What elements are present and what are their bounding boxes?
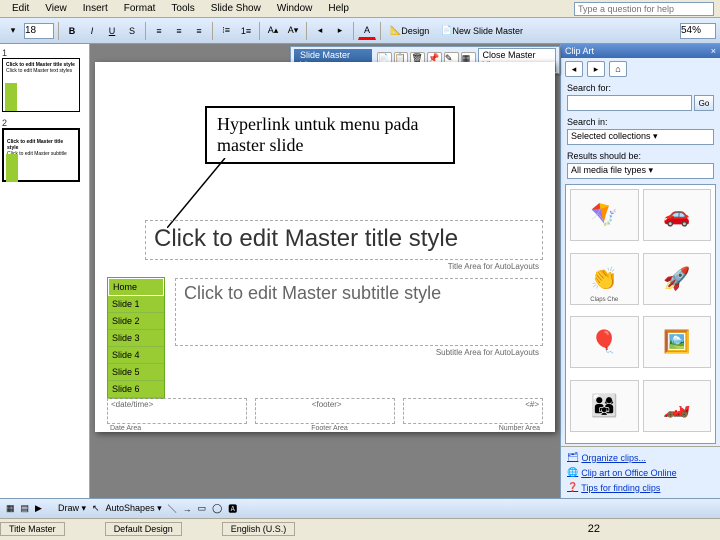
align-right-button[interactable]: ≡ xyxy=(190,22,208,40)
search-for-label: Search for: xyxy=(567,83,714,93)
thumbnail-1[interactable]: 1 Click to edit Master title styleClick … xyxy=(2,48,87,112)
menu-item-slide1[interactable]: Slide 1 xyxy=(108,296,164,313)
clipart-go-button[interactable]: Go xyxy=(694,95,714,111)
organize-clips-link[interactable]: 🗂Organize clips... xyxy=(567,450,714,465)
arrow-tool-icon[interactable]: → xyxy=(183,504,192,514)
drawing-toolbar: ▦ ▤ ▶ Draw ▾ ↖ AutoShapes ▾ ＼ → ▭ ◯ 🅰 xyxy=(0,498,720,518)
clip-art-pane: Clip Art × ◂ ▸ ⌂ Search for: Go Search i… xyxy=(560,44,720,498)
clip-result[interactable]: 🖼️ xyxy=(643,316,712,368)
help-search-input[interactable] xyxy=(574,2,714,16)
font-size-input[interactable] xyxy=(24,23,54,39)
pane-back-icon[interactable]: ◂ xyxy=(565,61,583,77)
status-design: Default Design xyxy=(105,522,182,536)
menu-window[interactable]: Window xyxy=(269,1,321,16)
menu-format[interactable]: Format xyxy=(116,1,164,16)
menu-edit[interactable]: Edit xyxy=(4,1,37,16)
search-in-dropdown[interactable]: Selected collections ▾ xyxy=(567,129,714,145)
footer-placeholders: <date/time>Date Area <footer>Footer Area… xyxy=(107,398,543,424)
shadow-button[interactable]: S xyxy=(123,22,141,40)
clip-result[interactable]: 👏Claps Che xyxy=(570,253,639,305)
help-icon: ❓ xyxy=(567,482,578,493)
bullets-button[interactable]: ⁝≡ xyxy=(217,22,235,40)
view-normal-icon[interactable]: ▦ xyxy=(6,503,15,514)
clipart-links: 🗂Organize clips... 🌐Clip art on Office O… xyxy=(561,446,720,498)
tips-link[interactable]: ❓Tips for finding clips xyxy=(567,480,714,495)
pane-home-icon[interactable]: ⌂ xyxy=(609,61,627,77)
align-left-button[interactable]: ≡ xyxy=(150,22,168,40)
decrease-font-button[interactable]: A▾ xyxy=(284,22,302,40)
menu-item-slide6[interactable]: Slide 6 xyxy=(108,381,164,398)
organize-icon: 🗂 xyxy=(567,452,578,463)
annotation-callout: Hyperlink untuk menu pada master slide xyxy=(205,106,455,164)
rectangle-tool-icon[interactable]: ▭ xyxy=(198,503,207,514)
draw-menu[interactable]: Draw ▾ xyxy=(58,503,86,514)
menu-help[interactable]: Help xyxy=(320,1,357,16)
menu-insert[interactable]: Insert xyxy=(75,1,116,16)
menu-item-slide4[interactable]: Slide 4 xyxy=(108,347,164,364)
search-in-label: Search in: xyxy=(567,117,714,127)
align-center-button[interactable]: ≡ xyxy=(170,22,188,40)
increase-indent-button[interactable]: ▸ xyxy=(331,22,349,40)
pane-forward-icon[interactable]: ▸ xyxy=(587,61,605,77)
master-title-placeholder[interactable]: Click to edit Master title style xyxy=(145,220,543,260)
select-arrow-icon[interactable]: ↖ xyxy=(92,503,100,514)
status-language[interactable]: English (U.S.) xyxy=(222,522,296,536)
menu-item-slide5[interactable]: Slide 5 xyxy=(108,364,164,381)
clip-result[interactable]: 🚀 xyxy=(643,253,712,305)
slide-canvas: Slide Master View 📄 📋 🗑 📌 ✎ ▦ Close Mast… xyxy=(90,44,560,498)
view-sorter-icon[interactable]: ▤ xyxy=(21,503,30,514)
view-slideshow-icon[interactable]: ▶ xyxy=(35,503,42,514)
underline-button[interactable]: U xyxy=(103,22,121,40)
annotation-arrow xyxy=(167,158,237,228)
slide-master[interactable]: Hyperlink untuk menu pada master slide C… xyxy=(95,62,555,432)
oval-tool-icon[interactable]: ◯ xyxy=(212,503,222,514)
clipart-search-input[interactable] xyxy=(567,95,692,111)
status-slide: Title Master xyxy=(0,522,65,536)
subtitle-area-label: Subtitle Area for AutoLayouts xyxy=(436,348,539,357)
slide-thumbnails-pane: 1 Click to edit Master title styleClick … xyxy=(0,44,90,498)
numbering-button[interactable]: 1≡ xyxy=(237,22,255,40)
menu-item-slide2[interactable]: Slide 2 xyxy=(108,313,164,330)
page-number: 22 xyxy=(588,523,600,535)
clip-result[interactable]: 🎈 xyxy=(570,316,639,368)
zoom-input[interactable] xyxy=(680,23,716,39)
date-placeholder[interactable]: <date/time>Date Area xyxy=(107,398,247,424)
new-slide-master-button[interactable]: 📄 New Slide Master xyxy=(436,22,528,40)
clipart-results-grid: 🪁 🚗 👏Claps Che 🚀 🎈 🖼️ 👨‍👩‍👧 🏎️ xyxy=(565,184,716,444)
close-pane-icon[interactable]: × xyxy=(711,46,716,56)
menu-bar: Edit View Insert Format Tools Slide Show… xyxy=(0,0,720,18)
menu-item-slide3[interactable]: Slide 3 xyxy=(108,330,164,347)
font-dropdown[interactable]: ▾ xyxy=(4,22,22,40)
menu-item-home[interactable]: Home xyxy=(108,278,164,296)
globe-icon: 🌐 xyxy=(567,467,578,478)
italic-button[interactable]: I xyxy=(83,22,101,40)
clip-result[interactable]: 🏎️ xyxy=(643,380,712,432)
hyperlink-menu[interactable]: Home Slide 1 Slide 2 Slide 3 Slide 4 Sli… xyxy=(107,277,165,399)
clip-art-header: Clip Art × xyxy=(561,44,720,58)
menu-slideshow[interactable]: Slide Show xyxy=(203,1,269,16)
bold-button[interactable]: B xyxy=(63,22,81,40)
results-should-be-label: Results should be: xyxy=(567,151,714,161)
menu-view[interactable]: View xyxy=(37,1,75,16)
design-button[interactable]: 📐 Design xyxy=(385,22,434,40)
line-tool-icon[interactable]: ＼ xyxy=(168,502,177,515)
clip-result[interactable]: 🚗 xyxy=(643,189,712,241)
office-online-link[interactable]: 🌐Clip art on Office Online xyxy=(567,465,714,480)
number-placeholder[interactable]: <#>Number Area xyxy=(403,398,543,424)
autoshapes-menu[interactable]: AutoShapes ▾ xyxy=(106,503,162,514)
decrease-indent-button[interactable]: ◂ xyxy=(311,22,329,40)
font-color-button[interactable]: A xyxy=(358,22,376,40)
increase-font-button[interactable]: A▴ xyxy=(264,22,282,40)
results-type-dropdown[interactable]: All media file types ▾ xyxy=(567,163,714,179)
title-area-label: Title Area for AutoLayouts xyxy=(448,262,539,271)
menu-tools[interactable]: Tools xyxy=(163,1,202,16)
textbox-tool-icon[interactable]: 🅰 xyxy=(228,502,237,515)
footer-placeholder[interactable]: <footer>Footer Area xyxy=(255,398,395,424)
master-subtitle-placeholder[interactable]: Click to edit Master subtitle style xyxy=(175,278,543,346)
formatting-toolbar: ▾ B I U S ≡ ≡ ≡ ⁝≡ 1≡ A▴ A▾ ◂ ▸ A 📐 Desi… xyxy=(0,18,720,44)
status-bar: Title Master Default Design English (U.S… xyxy=(0,518,720,538)
clip-result[interactable]: 👨‍👩‍👧 xyxy=(570,380,639,432)
clip-result[interactable]: 🪁 xyxy=(570,189,639,241)
thumbnail-2[interactable]: 2 Click to edit Master title styleClick … xyxy=(2,118,87,182)
